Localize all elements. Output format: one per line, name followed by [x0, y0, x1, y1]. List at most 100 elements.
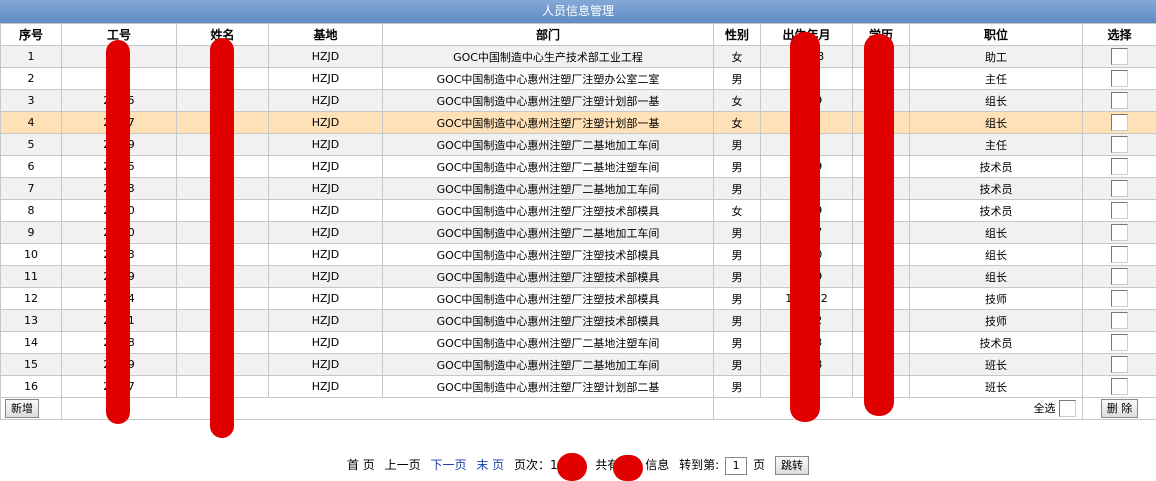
cell-sex: 女: [713, 45, 761, 68]
table-row[interactable]: 720 93周敏HZJDGOC中国制造中心惠州注塑厂二基地加工车间男1 2初业技…: [0, 177, 1156, 200]
cell-no: 10: [0, 243, 62, 266]
table-row[interactable]: 820 50严梅HZJDGOC中国制造中心惠州注塑厂注塑技术部模具女19 29初…: [0, 199, 1156, 222]
cell-select: [1082, 155, 1156, 178]
row-checkbox[interactable]: [1111, 312, 1128, 329]
cell-position: 组长: [909, 265, 1083, 288]
goto-page-input[interactable]: 1: [725, 456, 748, 475]
table-row[interactable]: 920 30冯勇HZJDGOC中国制造中心惠州注塑厂二基地加工车间男19 17初…: [0, 221, 1156, 244]
cell-select: [1082, 67, 1156, 90]
table-row[interactable]: 1420 48黄龙HZJDGOC中国制造中心惠州注塑厂二基地注塑车间男19 13…: [0, 331, 1156, 354]
goto-label: 转到第:: [679, 458, 720, 472]
page-title: 人员信息管理: [0, 0, 1156, 24]
cell-position: 主任: [909, 133, 1083, 156]
redaction-page-count: [557, 453, 587, 481]
cell-no: 14: [0, 331, 62, 354]
row-checkbox[interactable]: [1111, 202, 1128, 219]
row-checkbox[interactable]: [1111, 356, 1128, 373]
row-checkbox[interactable]: [1111, 70, 1128, 87]
cell-position: 助工: [909, 45, 1083, 68]
row-checkbox[interactable]: [1111, 158, 1128, 175]
cell-sex: 男: [713, 243, 761, 266]
table-row[interactable]: 1620 87李扬HZJDGOC中国制造中心惠州注塑厂注塑计划部二基男19 6高…: [0, 375, 1156, 398]
prev-page-link[interactable]: 上一页: [385, 458, 421, 472]
cell-no: 3: [0, 89, 62, 112]
cell-dept: GOC中国制造中心惠州注塑厂注塑技术部模具: [382, 265, 714, 288]
cell-select: [1082, 89, 1156, 112]
row-checkbox[interactable]: [1111, 48, 1128, 65]
row-checkbox[interactable]: [1111, 224, 1128, 241]
redaction-edu-column: [864, 34, 894, 416]
first-page-link[interactable]: 首 页: [347, 458, 375, 472]
cell-select: [1082, 177, 1156, 200]
cell-sex: 男: [713, 67, 761, 90]
table-row[interactable]: 2吕勇HZJDGOC中国制造中心惠州注塑厂注塑办公室二室男19 -8中业主任: [0, 67, 1156, 90]
next-page-link[interactable]: 下一页: [430, 458, 466, 472]
cell-dept: GOC中国制造中心惠州注塑厂注塑技术部模具: [382, 309, 714, 332]
goto-button[interactable]: 跳转: [775, 456, 810, 475]
cell-dept: GOC中国制造中心惠州注塑厂注塑技术部模具: [382, 243, 714, 266]
cell-no: 2: [0, 67, 62, 90]
row-checkbox[interactable]: [1111, 180, 1128, 197]
table-row[interactable]: 1520 49邱华HZJDGOC中国制造中心惠州注塑厂二基地加工车间男19 18…: [0, 353, 1156, 376]
table-row[interactable]: 1020 53其HZJDGOC中国制造中心惠州注塑厂注塑技术部模具男19 10高…: [0, 243, 1156, 266]
row-checkbox[interactable]: [1111, 136, 1128, 153]
cell-no: 5: [0, 133, 62, 156]
cell-position: 主任: [909, 67, 1083, 90]
table-row[interactable]: 520 59李雄HZJDGOC中国制造中心惠州注塑厂二基地加工车间男1 -1高业…: [0, 133, 1156, 156]
cell-sex: 女: [713, 89, 761, 112]
table-footer: 新增 全选 删 除: [0, 397, 1156, 420]
row-checkbox[interactable]: [1111, 290, 1128, 307]
cell-select: [1082, 243, 1156, 266]
redaction-total-count: [613, 455, 643, 481]
add-button[interactable]: 新增: [5, 399, 39, 418]
table-row[interactable]: 420 37杰HZJDGOC中国制造中心惠州注塑厂注塑计划部一基女1 -1高业组…: [0, 111, 1156, 134]
cell-no: 16: [0, 375, 62, 398]
cell-no: 6: [0, 155, 62, 178]
row-checkbox[interactable]: [1111, 268, 1128, 285]
cell-dept: GOC中国制造中心惠州注塑厂注塑计划部一基: [382, 89, 714, 112]
header-base: 基地: [268, 23, 383, 46]
header-no: 序号: [0, 23, 62, 46]
row-checkbox[interactable]: [1111, 114, 1128, 131]
row-checkbox[interactable]: [1111, 92, 1128, 109]
cell-sex: 男: [713, 287, 761, 310]
cell-base: HZJD: [268, 331, 383, 354]
row-checkbox[interactable]: [1111, 334, 1128, 351]
cell-no: 13: [0, 309, 62, 332]
cell-no: 11: [0, 265, 62, 288]
row-checkbox[interactable]: [1111, 246, 1128, 263]
cell-no: 4: [0, 111, 62, 134]
cell-position: 技师: [909, 309, 1083, 332]
cell-base: HZJD: [268, 89, 383, 112]
cell-base: HZJD: [268, 265, 383, 288]
cell-select: [1082, 45, 1156, 68]
cell-base: HZJD: [268, 155, 383, 178]
cell-dept: GOC中国制造中心惠州注塑厂二基地加工车间: [382, 353, 714, 376]
cell-position: 组长: [909, 221, 1083, 244]
table-row[interactable]: 1220 14吴培HZJDGOC中国制造中心惠州注塑厂注塑技术部模具男197 -…: [0, 287, 1156, 310]
row-checkbox[interactable]: [1111, 378, 1128, 395]
cell-sex: 男: [713, 309, 761, 332]
cell-position: 班长: [909, 353, 1083, 376]
table-row[interactable]: 320 25驰凤HZJDGOC中国制造中心惠州注塑厂注塑计划部一基女19 19高…: [0, 89, 1156, 112]
table-row[interactable]: 1320 71杨道HZJDGOC中国制造中心惠州注塑厂注塑技术部模具男19 12…: [0, 309, 1156, 332]
cell-no: 15: [0, 353, 62, 376]
cell-base: HZJD: [268, 353, 383, 376]
delete-button[interactable]: 删 除: [1100, 399, 1139, 418]
table-row[interactable]: 19冯群HZJDGOC中国制造中心生产技术部工业工程女19 -23高业助工: [0, 45, 1156, 68]
cell-base: HZJD: [268, 287, 383, 310]
cell-position: 班长: [909, 375, 1083, 398]
cell-position: 技术员: [909, 177, 1083, 200]
cell-sex: 男: [713, 177, 761, 200]
cell-base: HZJD: [268, 375, 383, 398]
cell-base: HZJD: [268, 177, 383, 200]
last-page-link[interactable]: 末 页: [476, 458, 504, 472]
cell-position: 技术员: [909, 331, 1083, 354]
table-row[interactable]: 1120 19陈辉HZJDGOC中国制造中心惠州注塑厂注塑技术部模具男19 29…: [0, 265, 1156, 288]
table-row[interactable]: 620 45黄仁HZJDGOC中国制造中心惠州注塑厂二基地注塑车间男19 19初…: [0, 155, 1156, 178]
cell-dept: GOC中国制造中心惠州注塑厂二基地加工车间: [382, 221, 714, 244]
cell-position: 组长: [909, 243, 1083, 266]
cell-sex: 男: [713, 353, 761, 376]
select-all-checkbox[interactable]: [1059, 400, 1076, 418]
cell-select: [1082, 111, 1156, 134]
